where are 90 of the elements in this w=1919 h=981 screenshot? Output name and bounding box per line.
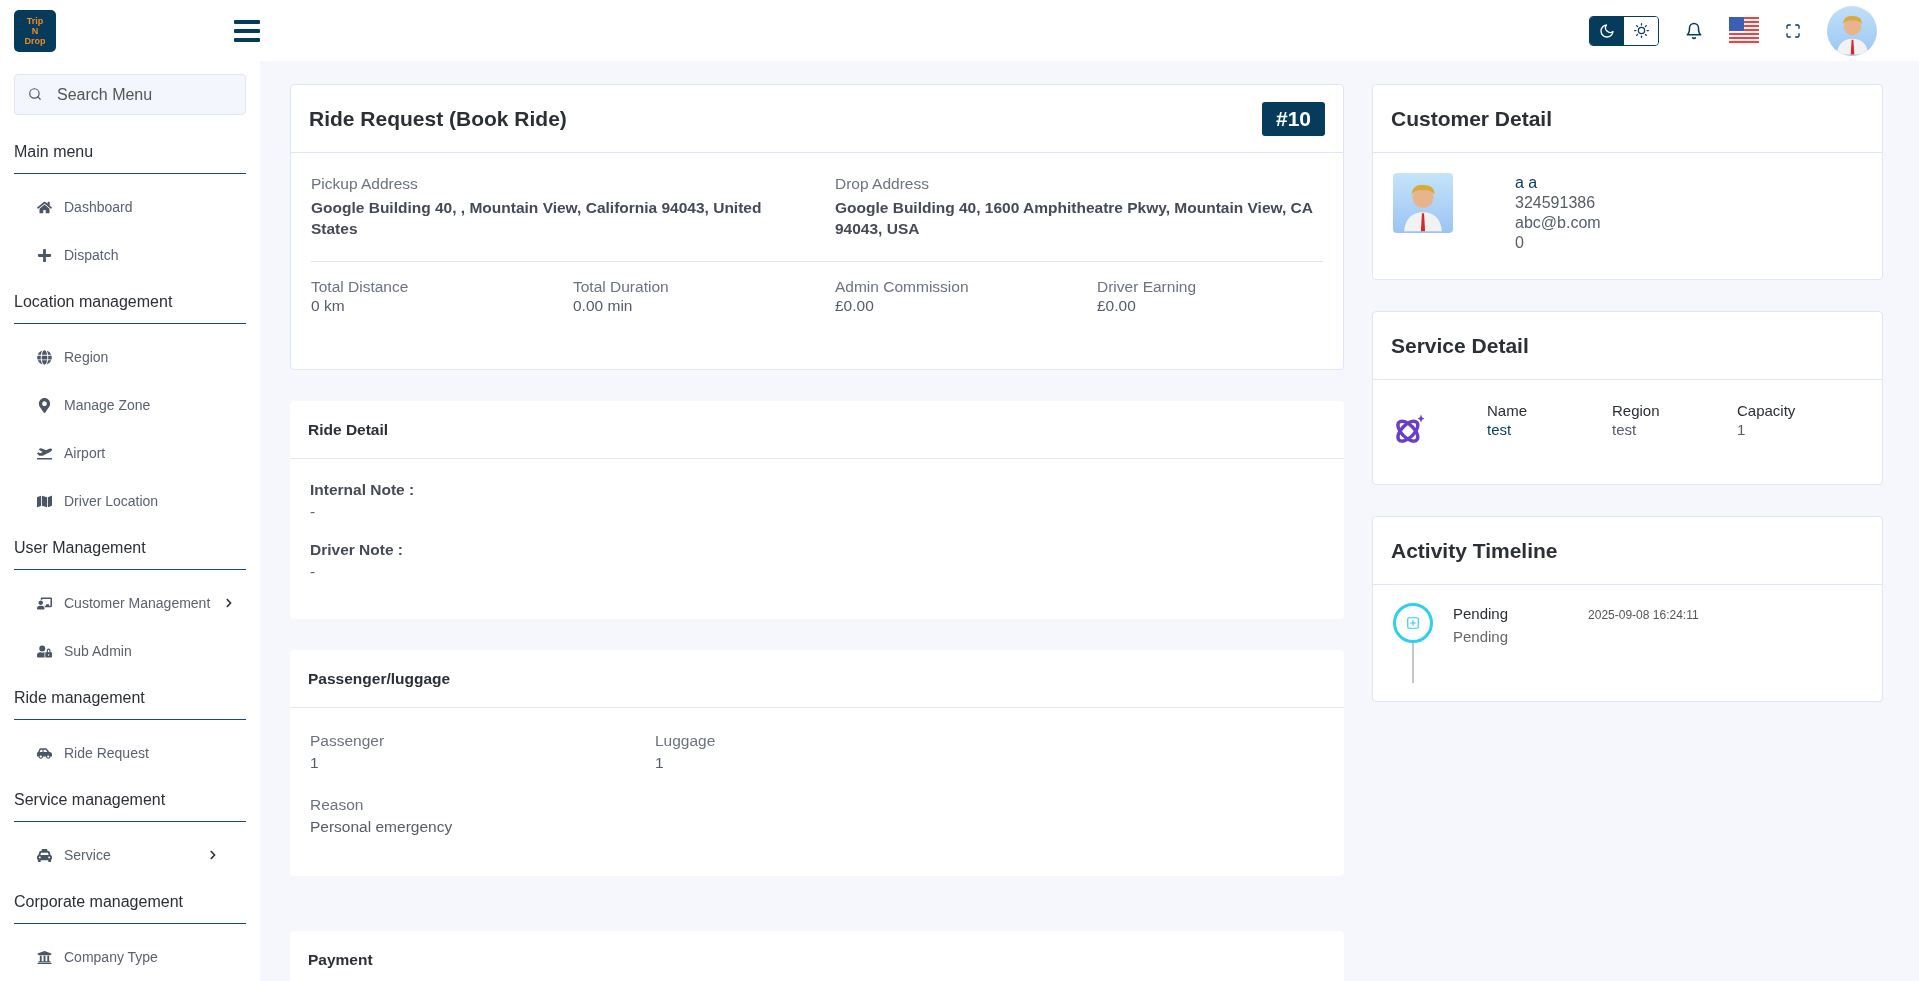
field-value: 1 xyxy=(1737,421,1747,438)
customer-info: abc@b.com xyxy=(1515,213,1601,233)
user-lock-icon xyxy=(36,643,52,659)
language-button[interactable] xyxy=(1729,16,1759,45)
bell-icon xyxy=(1685,21,1703,40)
field-label: Capacity xyxy=(1737,402,1797,419)
event-note: Pending xyxy=(1453,628,1509,645)
sidebar-item[interactable]: Driver Location xyxy=(14,477,246,525)
field-label: Name xyxy=(1487,402,1528,419)
field-value: test xyxy=(1612,421,1638,438)
notifications-button[interactable] xyxy=(1685,21,1703,40)
address-value: Google Building 40, 1600 Amphitheatre Pkwy, Mountain View, CA 94043, USA xyxy=(835,198,1314,239)
home-icon xyxy=(36,199,52,215)
sidebar-item[interactable]: Sub Admin xyxy=(14,627,246,675)
ride-number-badge: #10 xyxy=(1261,101,1325,136)
card-title: Passenger/luggage xyxy=(308,669,451,688)
field-label: Reason xyxy=(310,796,365,814)
note-label: Driver Note : xyxy=(310,541,405,559)
sidebar-item[interactable]: Airport xyxy=(14,429,246,477)
field-value: £0.00 xyxy=(835,297,875,315)
field-value: test xyxy=(1487,421,1513,438)
sidebar-item[interactable]: Ride Request xyxy=(14,729,246,777)
field-label: Pickup Address xyxy=(311,175,419,193)
field-label: Luggage xyxy=(655,732,717,750)
customer-info: a a xyxy=(1515,173,1539,193)
card-title: Activity Timeline xyxy=(1391,538,1558,563)
event-status: Pending xyxy=(1453,605,1509,622)
field-value: 1 xyxy=(655,754,665,772)
card-title: Payment xyxy=(308,950,373,969)
dark-mode-button[interactable] xyxy=(1590,16,1624,45)
field-label: Region xyxy=(1612,402,1661,419)
sidebar-item[interactable]: Region xyxy=(14,333,246,381)
section-heading: Service management xyxy=(14,791,246,822)
event-time: 2025-09-08 16:24:11 xyxy=(1588,608,1699,624)
taxi-icon xyxy=(36,847,52,863)
customer-info: 0 xyxy=(1515,233,1525,253)
logo-text: N xyxy=(31,25,39,36)
search-icon xyxy=(28,87,42,101)
field-value: £0.00 xyxy=(1097,297,1137,315)
field-label: Total Distance xyxy=(311,278,410,296)
car-icon xyxy=(36,745,52,761)
field-label: Passenger xyxy=(310,732,386,750)
bank-icon xyxy=(36,949,52,965)
card-title: Ride Detail xyxy=(308,420,389,439)
sidebar-item[interactable]: Dashboard xyxy=(14,183,246,231)
globe-icon xyxy=(36,349,52,365)
field-label: Driver Earning xyxy=(1097,278,1198,296)
section-heading: Ride management xyxy=(14,689,246,720)
sidebar-item[interactable]: Company Type xyxy=(14,933,246,981)
brand-logo[interactable]: Trip N Drop xyxy=(14,9,56,52)
field-label: Admin Commission xyxy=(835,278,970,296)
sidebar-item[interactable]: Dispatch xyxy=(14,231,246,279)
field-value: 0 km xyxy=(311,297,346,315)
note-value: - xyxy=(310,563,317,581)
moon-icon xyxy=(1599,22,1615,39)
presenter-icon xyxy=(36,595,52,611)
note-value: - xyxy=(310,503,317,521)
fullscreen-button[interactable] xyxy=(1785,22,1801,39)
card-title: Ride Request (Book Ride) xyxy=(309,106,567,131)
section-heading: Location management xyxy=(14,293,246,324)
map-pin-icon xyxy=(36,397,52,413)
sidebar-item[interactable]: Customer Management xyxy=(14,579,246,627)
sun-icon xyxy=(1633,23,1649,38)
section-heading: Main menu xyxy=(14,143,246,174)
airplane-icon xyxy=(36,445,52,461)
card-title: Customer Detail xyxy=(1391,106,1553,131)
section-heading: Corporate management xyxy=(14,893,246,924)
menu-icon xyxy=(234,19,260,42)
menu-button[interactable] xyxy=(234,19,260,42)
field-label: Drop Address xyxy=(835,175,930,193)
fullscreen-icon xyxy=(1785,22,1801,39)
address-value: Google Building 40, , Mountain View, California 94043, United States xyxy=(311,198,763,239)
field-value: 0.00 min xyxy=(573,297,634,315)
logo-text: Drop xyxy=(24,35,46,46)
sidebar-item[interactable]: Manage Zone xyxy=(14,381,246,429)
field-value: 1 xyxy=(310,754,320,772)
sidebar-item[interactable]: Service xyxy=(14,831,246,879)
field-value: Personal emergency xyxy=(310,818,454,836)
flag-icon xyxy=(1729,16,1759,45)
plus-square-icon xyxy=(1406,616,1420,630)
chevron-icon xyxy=(208,850,218,860)
note-label: Internal Note : xyxy=(310,481,416,499)
plus-icon xyxy=(36,247,52,263)
field-label: Total Duration xyxy=(573,278,670,296)
search-field[interactable]: Search Menu xyxy=(14,74,246,115)
customer-info: 324591386 xyxy=(1515,193,1597,213)
logo-text: Trip xyxy=(26,15,44,26)
card-title: Service Detail xyxy=(1391,333,1529,358)
map-icon xyxy=(36,493,52,509)
section-heading: User Management xyxy=(14,539,246,570)
